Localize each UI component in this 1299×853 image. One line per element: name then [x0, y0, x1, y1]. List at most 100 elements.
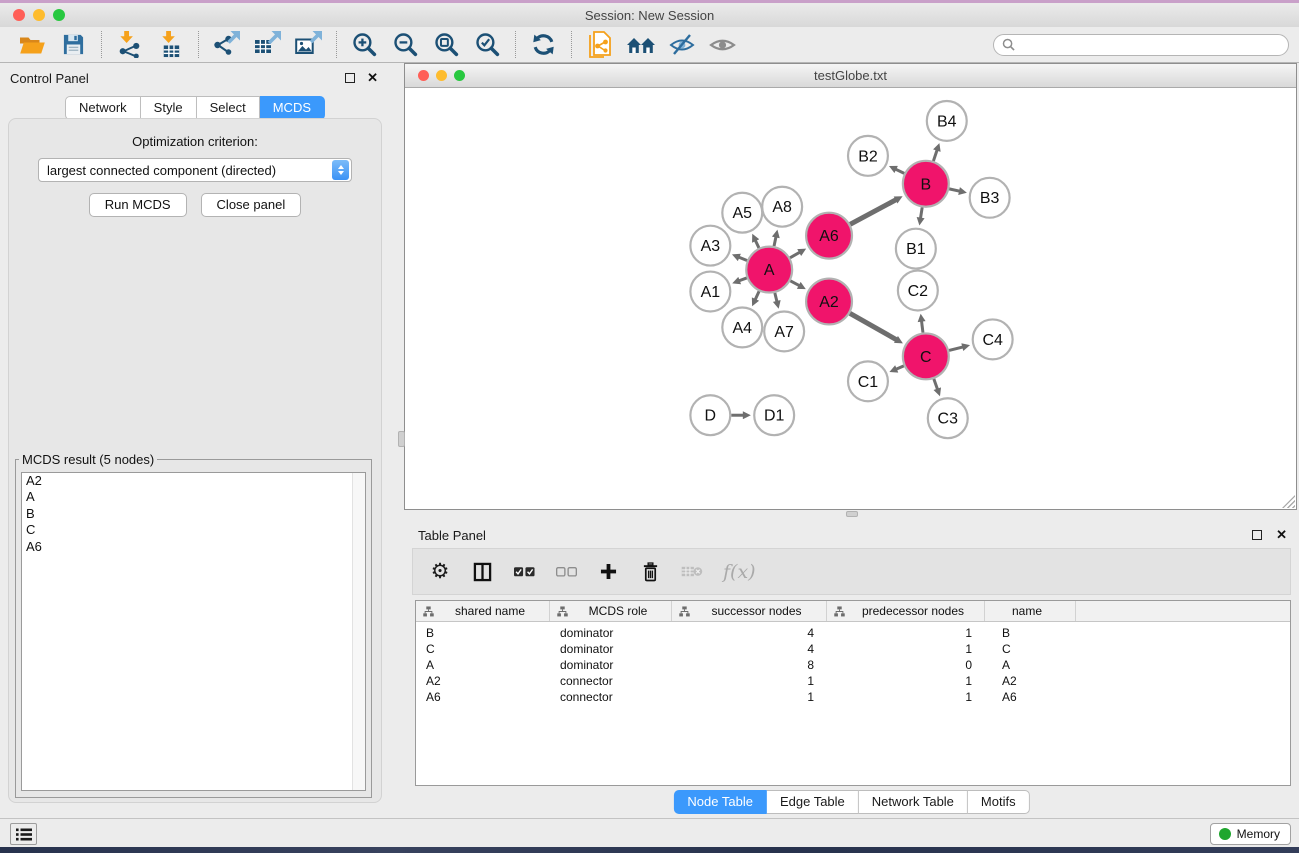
trash-icon[interactable]: [639, 562, 661, 582]
graph-node-A3[interactable]: A3: [690, 226, 730, 266]
export-image-icon[interactable]: [288, 30, 329, 60]
graph-edge-A-A4[interactable]: [754, 291, 759, 301]
graph-edge-B-B4[interactable]: [933, 148, 937, 161]
network-document-icon[interactable]: [579, 30, 620, 60]
column-header-name[interactable]: name: [985, 601, 1076, 621]
graph-edge-A-A5[interactable]: [755, 239, 759, 248]
export-table-icon[interactable]: [247, 30, 288, 60]
save-session-icon[interactable]: [53, 30, 94, 60]
close-panel-icon[interactable]: ✕: [367, 70, 378, 86]
graph-edge-C-C1[interactable]: [895, 366, 904, 370]
graph-node-C4[interactable]: C4: [973, 319, 1013, 359]
export-network-icon[interactable]: [206, 30, 247, 60]
tab-network[interactable]: Network: [65, 96, 141, 120]
vertical-scrollbar-thumb[interactable]: [398, 431, 405, 447]
zoom-selected-icon[interactable]: [467, 30, 508, 60]
graph-node-C3[interactable]: C3: [928, 398, 968, 438]
zoom-out-icon[interactable]: [385, 30, 426, 60]
column-header-shared-name[interactable]: shared name: [416, 601, 550, 621]
graph-node-C1[interactable]: C1: [848, 361, 888, 401]
add-icon[interactable]: [597, 563, 619, 580]
graph-edge-A2-C[interactable]: [850, 313, 898, 340]
graph-edge-A6-B[interactable]: [850, 199, 898, 224]
graph-node-A6[interactable]: A6: [806, 213, 852, 259]
graph-node-A7[interactable]: A7: [764, 311, 804, 351]
table-row[interactable]: Bdominator41B: [416, 625, 1290, 641]
column-icon[interactable]: [471, 562, 493, 582]
network-canvas[interactable]: B4 B2 B B3 A5A8A6 B1 A3 A A1 C2 A2 A4A7 C4 C C1 D D1 C3: [405, 88, 1296, 508]
tab-mcds[interactable]: MCDS: [260, 96, 325, 120]
zoom-in-icon[interactable]: [344, 30, 385, 60]
graph-node-A5[interactable]: A5: [722, 193, 762, 233]
graph-node-B3[interactable]: B3: [970, 178, 1010, 218]
result-scrollbar[interactable]: [352, 473, 365, 790]
graph-edge-C-C2[interactable]: [921, 319, 923, 332]
deselect-all-icon[interactable]: [555, 566, 577, 577]
graph-node-D[interactable]: D: [690, 395, 730, 435]
graph-edge-A-A2[interactable]: [790, 281, 801, 287]
tab-select[interactable]: Select: [197, 96, 260, 120]
float-panel-icon[interactable]: [345, 73, 355, 83]
graph-node-C2[interactable]: C2: [898, 271, 938, 311]
graph-node-A[interactable]: A: [746, 247, 792, 293]
task-history-button[interactable]: [10, 823, 37, 845]
column-header-predecessor-nodes[interactable]: predecessor nodes: [827, 601, 985, 621]
table-row[interactable]: Adominator80A: [416, 657, 1290, 673]
network-graph[interactable]: B4 B2 B B3 A5A8A6 B1 A3 A A1 C2 A2 A4A7 C4 C C1 D D1 C3: [405, 88, 1296, 508]
close-table-panel-icon[interactable]: ✕: [1276, 527, 1287, 543]
refresh-layout-icon[interactable]: [523, 30, 564, 60]
gear-icon[interactable]: ⚙: [429, 561, 451, 582]
memory-button[interactable]: Memory: [1210, 823, 1291, 845]
graph-edge-C-C3[interactable]: [934, 379, 938, 391]
graph-node-B[interactable]: B: [903, 161, 949, 207]
graph-edge-B-B3[interactable]: [949, 189, 961, 192]
graph-edge-A-A6[interactable]: [790, 251, 801, 257]
graph-node-C[interactable]: C: [903, 333, 949, 379]
search-text[interactable]: [1020, 37, 1280, 52]
graph-edge-B-B2[interactable]: [894, 168, 904, 173]
graph-node-A4[interactable]: A4: [722, 307, 762, 347]
horizontal-scrollbar-thumb[interactable]: [846, 511, 858, 517]
graph-node-B4[interactable]: B4: [927, 101, 967, 141]
graph-node-A8[interactable]: A8: [762, 187, 802, 227]
graph-edge-A-A8[interactable]: [774, 235, 776, 246]
result-list-item[interactable]: B: [22, 506, 365, 522]
graph-edge-B-B1[interactable]: [920, 207, 922, 220]
tab-edge-table[interactable]: Edge Table: [767, 790, 859, 814]
zoom-fit-icon[interactable]: [426, 30, 467, 60]
table-row[interactable]: A2connector11A2: [416, 673, 1290, 689]
import-network-icon[interactable]: [109, 30, 150, 60]
float-table-panel-icon[interactable]: [1252, 530, 1262, 540]
table-row[interactable]: A6connector11A6: [416, 689, 1290, 705]
tab-motifs[interactable]: Motifs: [968, 790, 1030, 814]
result-list-item[interactable]: C: [22, 522, 365, 538]
close-panel-button[interactable]: Close panel: [201, 193, 302, 217]
result-list-item[interactable]: A6: [22, 539, 365, 555]
graph-edge-C-C4[interactable]: [949, 347, 965, 351]
graph-node-B2[interactable]: B2: [848, 136, 888, 176]
show-eye-icon[interactable]: [702, 30, 743, 60]
home-icon[interactable]: [620, 30, 661, 60]
result-list-item[interactable]: A2: [22, 473, 365, 489]
tab-style[interactable]: Style: [141, 96, 197, 120]
tab-node-table[interactable]: Node Table: [673, 790, 767, 814]
graph-edge-A-A1[interactable]: [737, 278, 746, 281]
result-list-item[interactable]: A: [22, 489, 365, 505]
criterion-select[interactable]: largest connected component (directed): [38, 158, 352, 182]
import-table-icon[interactable]: [150, 30, 191, 60]
run-mcds-button[interactable]: Run MCDS: [89, 193, 187, 217]
search-input[interactable]: [993, 34, 1289, 56]
hide-eye-icon[interactable]: [661, 30, 702, 60]
graph-edge-A-A7[interactable]: [775, 293, 778, 303]
graph-node-D1[interactable]: D1: [754, 395, 794, 435]
graph-node-A1[interactable]: A1: [690, 272, 730, 312]
tab-network-table[interactable]: Network Table: [859, 790, 968, 814]
column-header-successor-nodes[interactable]: successor nodes: [672, 601, 827, 621]
graph-edge-A-A3[interactable]: [737, 257, 747, 261]
column-header-mcds-role[interactable]: MCDS role: [550, 601, 672, 621]
open-session-icon[interactable]: [12, 30, 53, 60]
graph-node-B1[interactable]: B1: [896, 229, 936, 269]
table-row[interactable]: Cdominator41C: [416, 641, 1290, 657]
select-all-icon[interactable]: [513, 566, 535, 577]
graph-node-A2[interactable]: A2: [806, 279, 852, 325]
